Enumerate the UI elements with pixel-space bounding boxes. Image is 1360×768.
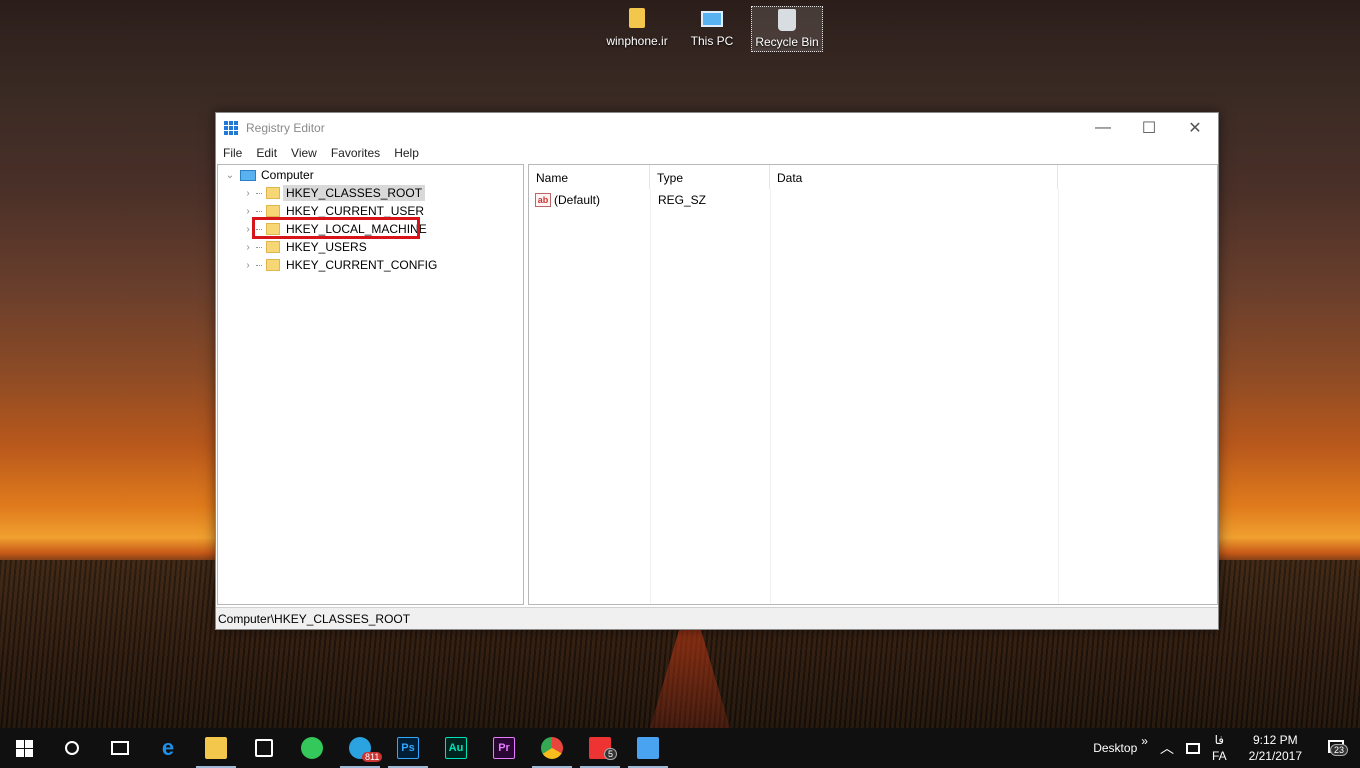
menu-edit[interactable]: Edit bbox=[249, 146, 284, 160]
taskbar-app-photoshop[interactable]: Ps bbox=[384, 728, 432, 768]
clock[interactable]: 9:12 PM 2/21/2017 bbox=[1249, 732, 1302, 764]
chevron-right-icon[interactable]: › bbox=[242, 188, 254, 199]
recycle-bin-icon bbox=[752, 9, 822, 35]
folder-icon bbox=[601, 8, 673, 34]
taskbar-app-telegram[interactable]: 811 bbox=[336, 728, 384, 768]
show-hidden-icons-chevron-up-icon[interactable]: ︿ bbox=[1160, 738, 1174, 758]
taskbar-app-whatsapp[interactable] bbox=[288, 728, 336, 768]
file-explorer-icon bbox=[205, 737, 227, 759]
audition-icon: Au bbox=[445, 737, 467, 759]
telegram-badge: 811 bbox=[362, 752, 383, 762]
registry-cubes-icon bbox=[637, 737, 659, 759]
folder-icon bbox=[266, 241, 280, 253]
tree-item-label: HKEY_CLASSES_ROOT bbox=[283, 185, 426, 201]
column-header-name[interactable]: Name bbox=[529, 165, 650, 189]
value-type: REG_SZ bbox=[658, 193, 707, 207]
tree-item-label: Computer bbox=[261, 168, 314, 182]
menu-file[interactable]: File bbox=[216, 146, 249, 160]
whatsapp-icon bbox=[301, 737, 323, 759]
registry-app-icon bbox=[224, 121, 238, 135]
desktop-icon-recycle-bin[interactable]: Recycle Bin bbox=[751, 6, 823, 52]
task-view-icon bbox=[111, 741, 129, 755]
cortana-circle-icon bbox=[65, 741, 79, 755]
minimize-button[interactable]: — bbox=[1080, 113, 1126, 143]
computer-icon bbox=[676, 8, 748, 34]
taskbar: e 811 Ps Au Pr 5 Desktop » ︿ فا FA 9:12 … bbox=[0, 728, 1360, 768]
language-bottom: FA bbox=[1211, 749, 1227, 763]
taskbar-app-edge[interactable]: e bbox=[144, 728, 192, 768]
action-center-button[interactable]: 23 bbox=[1322, 740, 1350, 756]
start-button[interactable] bbox=[0, 728, 48, 768]
edge-icon: e bbox=[161, 735, 175, 760]
menu-bar: File Edit View Favorites Help bbox=[216, 143, 1218, 163]
taskbar-app-store[interactable] bbox=[240, 728, 288, 768]
key-tree-pane[interactable]: ⌄ Computer › HKEY_CLASSES_ROOT › HKEY_CU… bbox=[217, 164, 524, 605]
network-icon[interactable] bbox=[1185, 742, 1200, 754]
folder-icon bbox=[266, 205, 280, 217]
tree-item-hkey-users[interactable]: › HKEY_USERS bbox=[242, 238, 367, 256]
taskbar-app-file-explorer[interactable] bbox=[192, 728, 240, 768]
tree-item-label: HKEY_CURRENT_USER bbox=[286, 204, 425, 218]
desktop-icon-label: Recycle Bin bbox=[755, 35, 819, 49]
computer-icon bbox=[240, 169, 256, 181]
column-header-type[interactable]: Type bbox=[650, 165, 770, 189]
tree-item-hkey-classes-root[interactable]: › HKEY_CLASSES_ROOT bbox=[242, 184, 426, 202]
desktop-toolbar-label[interactable]: Desktop bbox=[1093, 741, 1137, 755]
taskbar-app-premiere[interactable]: Pr bbox=[480, 728, 528, 768]
tree-item-computer[interactable]: ⌄ Computer bbox=[224, 166, 314, 184]
desktop-icon-label: winphone.ir bbox=[606, 34, 668, 48]
desktop-icon-winphone[interactable]: winphone.ir bbox=[601, 6, 673, 52]
window-title: Registry Editor bbox=[246, 121, 325, 135]
chevron-down-icon[interactable]: ⌄ bbox=[224, 170, 236, 181]
notification-count: 23 bbox=[1330, 744, 1349, 756]
language-top: فا bbox=[1214, 733, 1224, 747]
task-view-button[interactable] bbox=[96, 728, 144, 768]
highlight-annotation-box bbox=[252, 217, 420, 239]
folder-icon bbox=[266, 187, 280, 199]
value-name: (Default) bbox=[554, 193, 601, 207]
list-item[interactable]: ab (Default) REG_SZ bbox=[535, 191, 778, 209]
registry-editor-window: Registry Editor — ☐ ✕ File Edit View Fav… bbox=[215, 112, 1219, 630]
folder-icon bbox=[266, 259, 280, 271]
desktop-icon-label: This PC bbox=[690, 34, 734, 48]
language-indicator[interactable]: فا FA bbox=[1212, 732, 1227, 764]
values-list-pane[interactable]: Name Type Data ab (Default) REG_SZ bbox=[528, 164, 1218, 605]
desktop-icon-this-pc[interactable]: This PC bbox=[676, 6, 748, 52]
system-tray: Desktop » ︿ فا FA 9:12 PM 2/21/2017 23 bbox=[1087, 728, 1360, 768]
clock-time: 9:12 PM bbox=[1252, 733, 1298, 747]
chrome-icon bbox=[541, 737, 563, 759]
menu-favorites[interactable]: Favorites bbox=[324, 146, 387, 160]
search-button[interactable] bbox=[48, 728, 96, 768]
toolbar-chevrons-icon[interactable]: » bbox=[1141, 734, 1148, 748]
maximize-button[interactable]: ☐ bbox=[1126, 113, 1172, 143]
tree-item-label: HKEY_USERS bbox=[286, 240, 367, 254]
taskbar-app-audition[interactable]: Au bbox=[432, 728, 480, 768]
taskbar-app-bookmark[interactable]: 5 bbox=[576, 728, 624, 768]
tree-item-label: HKEY_CURRENT_CONFIG bbox=[286, 258, 438, 272]
chevron-right-icon[interactable]: › bbox=[242, 206, 254, 217]
status-bar: Computer\HKEY_CLASSES_ROOT bbox=[216, 607, 1218, 629]
app-badge: 5 bbox=[604, 748, 618, 760]
title-bar[interactable]: Registry Editor — ☐ ✕ bbox=[216, 113, 1218, 143]
column-header-data[interactable]: Data bbox=[770, 165, 1058, 189]
close-button[interactable]: ✕ bbox=[1172, 113, 1218, 143]
taskbar-app-registry[interactable] bbox=[624, 728, 672, 768]
photoshop-icon: Ps bbox=[397, 737, 419, 759]
chevron-right-icon[interactable]: › bbox=[242, 260, 254, 271]
menu-help[interactable]: Help bbox=[387, 146, 426, 160]
tree-item-hkey-current-config[interactable]: › HKEY_CURRENT_CONFIG bbox=[242, 256, 437, 274]
menu-view[interactable]: View bbox=[284, 146, 324, 160]
windows-logo-icon bbox=[15, 739, 33, 757]
clock-date: 2/21/2017 bbox=[1248, 749, 1302, 763]
premiere-icon: Pr bbox=[493, 737, 515, 759]
store-bag-icon bbox=[255, 739, 273, 757]
chevron-right-icon[interactable]: › bbox=[242, 242, 254, 253]
string-value-icon: ab bbox=[535, 193, 551, 207]
taskbar-app-chrome[interactable] bbox=[528, 728, 576, 768]
